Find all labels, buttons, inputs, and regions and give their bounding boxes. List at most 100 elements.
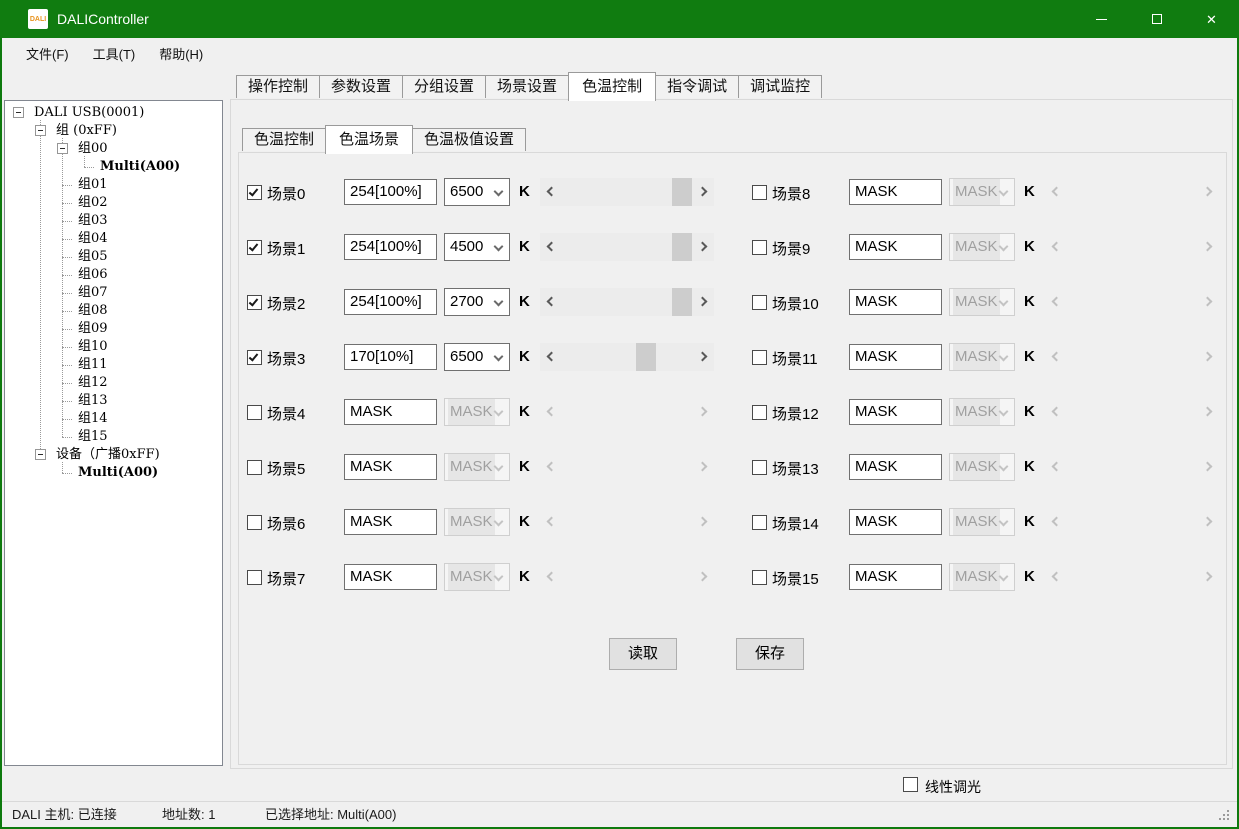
tab-main-3[interactable]: 场景设置 (485, 75, 569, 98)
scene-cct-select[interactable]: 2700 (444, 288, 510, 316)
scene-level-input[interactable]: MASK (849, 234, 942, 260)
scrollbar-thumb[interactable] (636, 343, 656, 371)
tree-item[interactable]: 组14 (5, 410, 222, 428)
tree-item[interactable]: 设备（广播0xFF) (5, 446, 222, 464)
tab-sub-0[interactable]: 色温控制 (242, 128, 326, 151)
kelvin-unit-label: K (1024, 238, 1035, 255)
check-icon (249, 186, 259, 196)
scene-level-input[interactable]: 254[100%] (344, 179, 437, 205)
scene-cct-value: 2700 (450, 289, 483, 315)
tree-expander-icon[interactable] (13, 107, 24, 118)
minimize-button[interactable] (1074, 0, 1129, 38)
scene-checkbox[interactable] (752, 240, 767, 255)
scene-cct-select[interactable]: 4500 (444, 233, 510, 261)
scene-level-input[interactable]: 170[10%] (344, 344, 437, 370)
tab-sub-2[interactable]: 色温极值设置 (412, 128, 526, 151)
tree-item[interactable]: 组07 (5, 284, 222, 302)
scene-checkbox[interactable] (247, 460, 262, 475)
scene-level-input[interactable]: 254[100%] (344, 234, 437, 260)
menu-item-1[interactable]: 工具(T) (81, 40, 148, 67)
menu-item-2[interactable]: 帮助(H) (147, 40, 215, 67)
tree-item[interactable]: Multi(A00) (5, 464, 222, 482)
tree-expander-icon[interactable] (35, 125, 46, 136)
tree-item[interactable]: 组10 (5, 338, 222, 356)
scene-checkbox[interactable] (752, 185, 767, 200)
scene-level-input[interactable]: 254[100%] (344, 289, 437, 315)
scene-checkbox[interactable] (752, 405, 767, 420)
scene-checkbox[interactable] (752, 515, 767, 530)
close-button[interactable]: ✕ (1184, 0, 1239, 38)
tab-main-6[interactable]: 调试监控 (738, 75, 822, 98)
tree-item[interactable]: 组15 (5, 428, 222, 446)
scroll-right-icon (698, 517, 708, 527)
tab-main-5[interactable]: 指令调试 (655, 75, 739, 98)
scene-checkbox[interactable] (752, 295, 767, 310)
tree-item[interactable]: 组13 (5, 392, 222, 410)
linear-dimming-checkbox[interactable] (903, 777, 918, 792)
scene-level-input[interactable]: MASK (344, 509, 437, 535)
scene-level-input[interactable]: MASK (849, 564, 942, 590)
scene-label: 场景0 (267, 183, 305, 204)
scene-level-scrollbar[interactable] (540, 343, 714, 371)
scene-level-input[interactable]: MASK (344, 564, 437, 590)
tab-main-1[interactable]: 参数设置 (319, 75, 403, 98)
tree-expander-icon[interactable] (35, 449, 46, 460)
scene-level-input[interactable]: MASK (849, 454, 942, 480)
scene-checkbox[interactable] (247, 295, 262, 310)
scene-checkbox[interactable] (247, 515, 262, 530)
scene-level-scrollbar[interactable] (540, 178, 714, 206)
scene-cct-value: MASK (448, 454, 495, 480)
scene-level-input[interactable]: MASK (849, 289, 942, 315)
scene-level-input[interactable]: MASK (849, 399, 942, 425)
tree-item[interactable]: Multi(A00) (5, 158, 222, 176)
tree-item[interactable]: DALI USB(0001) (5, 104, 222, 122)
tab-main-2[interactable]: 分组设置 (402, 75, 486, 98)
tree-item[interactable]: 组05 (5, 248, 222, 266)
scene-level-input[interactable]: MASK (344, 454, 437, 480)
tree-connector (84, 167, 94, 168)
scene-cct-select[interactable]: 6500 (444, 343, 510, 371)
scrollbar-thumb[interactable] (672, 288, 692, 316)
scene-level-input[interactable]: MASK (849, 344, 942, 370)
scene-level-scrollbar[interactable] (540, 233, 714, 261)
scene-cct-select[interactable]: 6500 (444, 178, 510, 206)
scene-checkbox[interactable] (752, 350, 767, 365)
scene-level-scrollbar[interactable] (540, 288, 714, 316)
scrollbar-thumb[interactable] (672, 233, 692, 261)
scene-checkbox[interactable] (247, 570, 262, 585)
tree-item[interactable]: 组11 (5, 356, 222, 374)
chevron-down-icon (494, 297, 504, 307)
maximize-button[interactable] (1129, 0, 1184, 38)
tree-item[interactable]: 组06 (5, 266, 222, 284)
tree-item[interactable]: 组00 (5, 140, 222, 158)
scene-checkbox[interactable] (247, 185, 262, 200)
resize-grip[interactable] (1219, 810, 1231, 822)
scene-checkbox[interactable] (752, 460, 767, 475)
tree-item[interactable]: 组02 (5, 194, 222, 212)
tree-item[interactable]: 组 (0xFF) (5, 122, 222, 140)
tree-item[interactable]: 组08 (5, 302, 222, 320)
scene-level-input[interactable]: MASK (849, 179, 942, 205)
scene-checkbox[interactable] (247, 405, 262, 420)
scene-level-input[interactable]: MASK (849, 509, 942, 535)
scene-level-input[interactable]: MASK (344, 399, 437, 425)
menu-item-0[interactable]: 文件(F) (14, 40, 81, 67)
scene-level-scrollbar (1045, 453, 1219, 481)
scroll-right-icon (698, 352, 708, 362)
scene-cct-select: MASK (949, 288, 1015, 316)
tree-item[interactable]: 组12 (5, 374, 222, 392)
tab-main-4[interactable]: 色温控制 (568, 72, 656, 101)
tree-item[interactable]: 组09 (5, 320, 222, 338)
scene-checkbox[interactable] (247, 350, 262, 365)
save-button[interactable]: 保存 (736, 638, 804, 670)
tab-sub-1[interactable]: 色温场景 (325, 125, 413, 154)
scrollbar-thumb[interactable] (672, 178, 692, 206)
tree-item[interactable]: 组04 (5, 230, 222, 248)
tree-expander-icon[interactable] (57, 143, 68, 154)
read-button[interactable]: 读取 (609, 638, 677, 670)
tree-item[interactable]: 组01 (5, 176, 222, 194)
scene-checkbox[interactable] (247, 240, 262, 255)
tab-main-0[interactable]: 操作控制 (236, 75, 320, 98)
scene-checkbox[interactable] (752, 570, 767, 585)
tree-item[interactable]: 组03 (5, 212, 222, 230)
